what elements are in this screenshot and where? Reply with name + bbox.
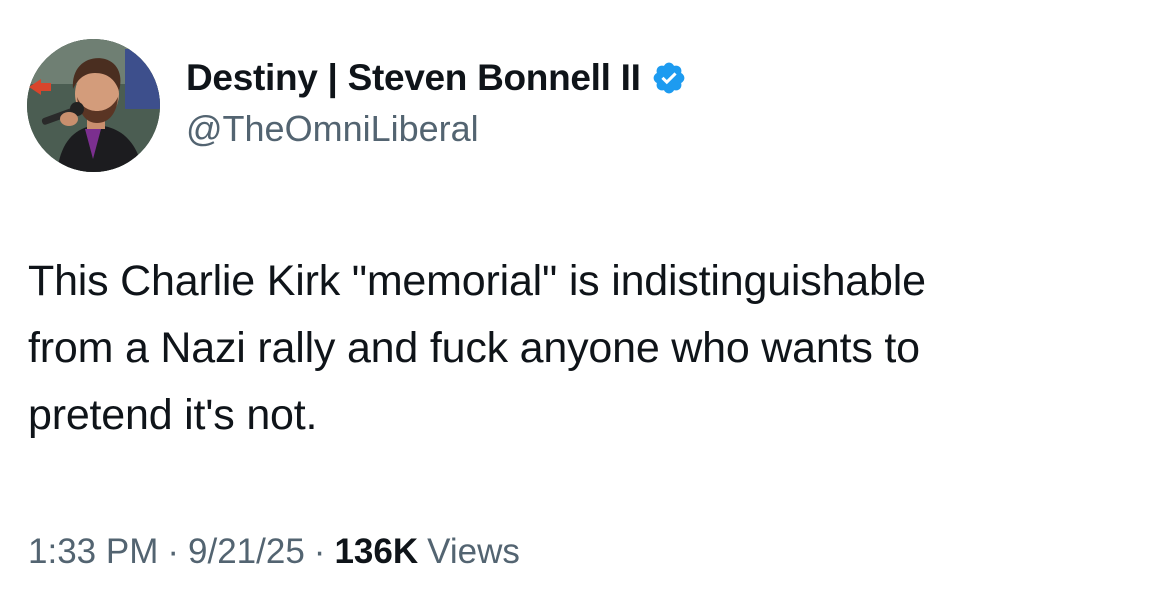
tweet-date[interactable]: 9/21/25: [188, 532, 305, 572]
views-count[interactable]: 136K: [334, 532, 418, 572]
author-handle[interactable]: @TheOmniLiberal: [186, 108, 479, 150]
meta-separator: ·: [167, 532, 180, 571]
tweet-text: This Charlie Kirk "memorial" is indistin…: [28, 257, 926, 439]
author-display-name[interactable]: Destiny | Steven Bonnell II: [186, 57, 641, 99]
meta-separator-2: ·: [313, 532, 326, 571]
avatar-photo-icon: [27, 39, 160, 172]
tweet-card: Destiny | Steven Bonnell II @TheOmniLibe…: [0, 0, 1169, 604]
author-name-row[interactable]: Destiny | Steven Bonnell II: [186, 52, 687, 104]
tweet-meta: 1:33 PM · 9/21/25 · 136K Views: [28, 532, 520, 572]
views-label[interactable]: Views: [427, 532, 520, 572]
tweet-time[interactable]: 1:33 PM: [28, 532, 158, 572]
verified-badge-icon[interactable]: [651, 60, 687, 96]
avatar[interactable]: [27, 39, 160, 172]
